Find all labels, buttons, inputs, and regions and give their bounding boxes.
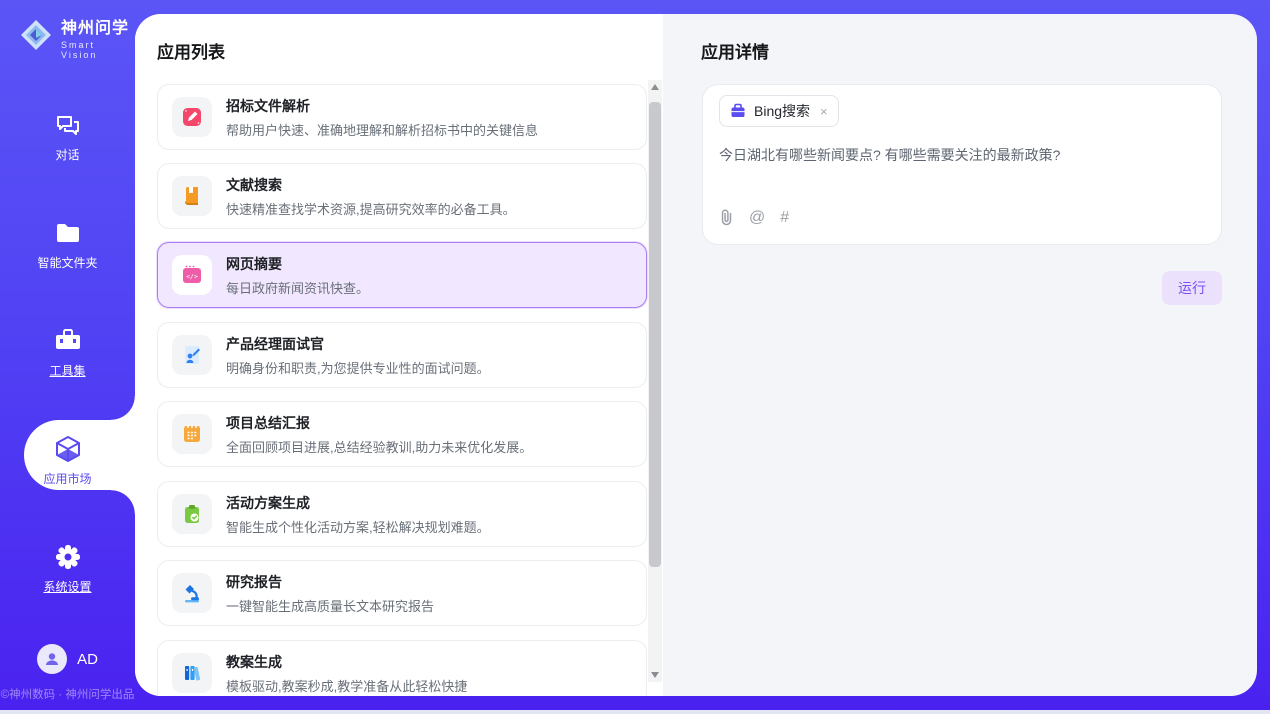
app-card-bid-document-analysis[interactable]: 招标文件解析 帮助用户快速、准确地理解和解析招标书中的关键信息 [157,84,647,150]
bottom-edge-strip [0,710,1270,714]
sidebar-item-label: 系统设置 [43,580,91,594]
app-name: 活动方案生成 [226,493,490,513]
app-description: 智能生成个性化活动方案,轻松解决规划难题。 [226,517,490,536]
briefcase-icon [730,103,746,119]
scroll-down-icon[interactable] [648,668,662,682]
prompt-card: Bing搜索 × 今日湖北有哪些新闻要点? 有哪些需要关注的最新政策? @ # [702,84,1222,245]
app-name: 项目总结汇报 [226,413,532,433]
user-account[interactable]: AD [0,644,135,674]
gear-icon [0,542,135,572]
app-name: 教案生成 [226,652,467,672]
cube-icon [0,434,135,464]
app-description: 明确身份和职责,为您提供专业性的面试问题。 [226,358,490,377]
sidebar-item-label: 对话 [55,148,79,162]
app-name: 产品经理面试官 [226,334,490,354]
scrollbar-thumb[interactable] [649,102,661,567]
app-list-title: 应用列表 [157,38,225,63]
prompt-input[interactable]: 今日湖北有哪些新闻要点? 有哪些需要关注的最新政策? [719,145,1205,165]
app-description: 全面回顾项目进展,总结经验教训,助力未来优化发展。 [226,437,532,456]
app-list-scrollbar[interactable] [648,80,662,682]
mention-icon[interactable]: @ [749,210,765,226]
toolbox-icon [0,326,135,356]
paperclip-icon[interactable] [719,209,734,226]
main-panel: 应用列表 招标文件解析 帮助用户快速、准确地理解和解析招标书中的关键信息 [135,14,1257,696]
clipboard-check-icon [172,494,212,534]
app-description: 每日政府新闻资讯快查。 [226,278,369,297]
sidebar: 神州问学 Smart Vision 对话 智能文件夹 [0,0,135,714]
app-card-project-summary[interactable]: 项目总结汇报 全面回顾项目进展,总结经验教训,助力未来优化发展。 [157,401,647,467]
svg-text:</>: </> [186,273,198,281]
brand: 神州问学 Smart Vision [18,14,135,60]
app-card-literature-search[interactable]: 文献搜索 快速精准查找学术资源,提高研究效率的必备工具。 [157,163,647,229]
sidebar-item-chat[interactable]: 对话 [0,110,135,164]
book-icon [172,176,212,216]
tool-tag-bing-search[interactable]: Bing搜索 × [719,95,839,127]
app-detail-title: 应用详情 [701,38,769,63]
app-card-event-plan-generator[interactable]: 活动方案生成 智能生成个性化活动方案,轻松解决规划难题。 [157,481,647,547]
sidebar-item-label: 智能文件夹 [37,256,97,270]
scroll-up-icon[interactable] [648,80,662,94]
microscope-icon [172,573,212,613]
app-card-research-report[interactable]: 研究报告 一键智能生成高质量长文本研究报告 [157,560,647,626]
document-edit-icon [172,97,212,137]
hash-icon[interactable]: # [780,210,789,226]
brand-subtitle: Smart Vision [61,40,135,60]
app-detail-panel: 应用详情 Bing搜索 × 今日湖北有哪些新闻要点? 有哪些需要关注的最新政策? [663,14,1257,696]
app-description: 快速精准查找学术资源,提高研究效率的必备工具。 [226,199,516,218]
app-card-pm-interviewer[interactable]: 产品经理面试官 明确身份和职责,为您提供专业性的面试问题。 [157,322,647,388]
sidebar-item-smart-folder[interactable]: 智能文件夹 [0,218,135,272]
composer-toolbar: @ # [719,209,789,226]
interviewer-icon [172,335,212,375]
app-card-web-summary[interactable]: </> 网页摘要 每日政府新闻资讯快查。 [157,242,647,308]
app-name: 招标文件解析 [226,96,538,116]
notepad-icon [172,414,212,454]
user-name: AD [77,651,98,668]
chat-icon [0,110,135,140]
sidebar-item-toolset[interactable]: 工具集 [0,326,135,380]
sidebar-item-app-market[interactable]: 应用市场 [0,434,135,488]
folder-icon [0,218,135,248]
app-description: 模板驱动,教案秒成,教学准备从此轻松快捷 [226,676,467,695]
tool-tag-label: Bing搜索 [754,101,810,121]
app-description: 一键智能生成高质量长文本研究报告 [226,596,434,615]
brand-logo-icon [18,17,54,58]
sidebar-item-label: 应用市场 [43,472,91,486]
sidebar-item-label: 工具集 [49,364,85,378]
run-button[interactable]: 运行 [1162,271,1222,305]
browser-code-icon: </> [172,255,212,295]
app-card-lesson-plan-generator[interactable]: 教案生成 模板驱动,教案秒成,教学准备从此轻松快捷 [157,640,647,696]
app-name: 网页摘要 [226,254,369,274]
app-description: 帮助用户快速、准确地理解和解析招标书中的关键信息 [226,120,538,139]
copyright-text: ©神州数码 · 神州问学出品 [0,686,135,702]
app-list-panel: 应用列表 招标文件解析 帮助用户快速、准确地理解和解析招标书中的关键信息 [135,14,663,696]
remove-tool-icon[interactable]: × [820,104,828,119]
user-avatar-icon [37,644,67,674]
app-name: 文献搜索 [226,175,516,195]
app-window: 神州问学 Smart Vision 对话 智能文件夹 [0,0,1270,714]
brand-name: 神州问学 [61,14,135,38]
app-name: 研究报告 [226,572,434,592]
sidebar-item-settings[interactable]: 系统设置 [0,542,135,596]
books-icon [172,653,212,693]
